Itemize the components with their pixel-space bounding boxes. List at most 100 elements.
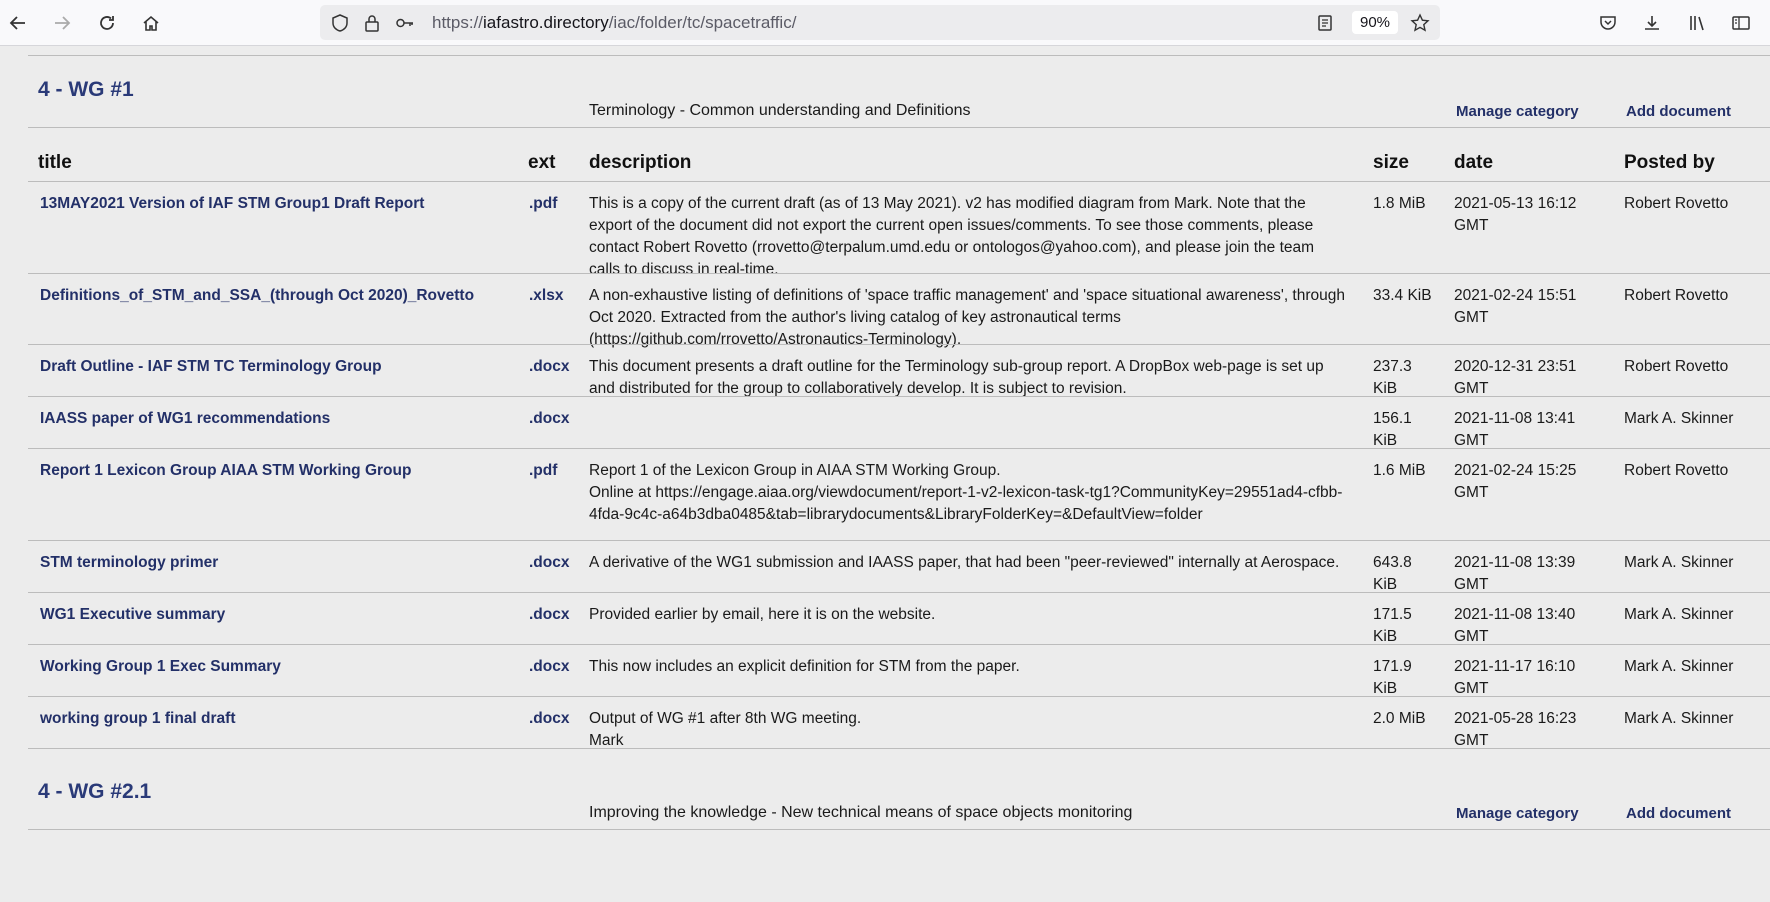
document-description: Provided earlier by email, here it is on…	[589, 606, 936, 623]
document-title-link[interactable]: Definitions_of_STM_and_SSA_(through Oct …	[40, 285, 510, 307]
posted-by: Mark A. Skinner	[1624, 606, 1734, 623]
divider	[28, 55, 1770, 56]
posted-by: Robert Rovetto	[1624, 287, 1729, 304]
column-header-description: description	[589, 152, 692, 173]
file-size: 237.3 KiB	[1373, 358, 1412, 397]
posted-date: 2021-05-13 16:12 GMT	[1454, 195, 1577, 234]
category-description: Improving the knowledge - New technical …	[589, 804, 1133, 821]
add-document-link[interactable]: Add document	[1626, 805, 1731, 822]
document-description: This is a copy of the current draft (as …	[589, 195, 1315, 278]
table-row: WG1 Executive summary .docx Provided ear…	[28, 593, 1770, 645]
file-size: 643.8 KiB	[1373, 554, 1412, 593]
table-row: 13MAY2021 Version of IAF STM Group1 Draf…	[28, 182, 1770, 278]
browser-toolbar: https://iafastro.directory/iac/folder/tc…	[0, 0, 1770, 46]
posted-date: 2021-11-17 16:10 GMT	[1454, 658, 1576, 697]
file-extension: .docx	[529, 606, 570, 623]
document-description: A derivative of the WG1 submission and I…	[589, 554, 1340, 571]
posted-by: Robert Rovetto	[1624, 358, 1729, 375]
key-icon[interactable]	[395, 13, 415, 33]
file-size: 1.8 MiB	[1373, 195, 1426, 212]
url-path: /iac/folder/tc/spacetraffic/	[608, 13, 797, 32]
divider	[28, 127, 1770, 128]
bookmark-star-icon[interactable]	[1410, 13, 1430, 33]
back-icon[interactable]	[3, 8, 33, 38]
document-title-link[interactable]: STM terminology primer	[40, 552, 510, 574]
file-size: 171.5 KiB	[1373, 606, 1412, 645]
file-extension: .docx	[529, 710, 570, 727]
document-title-link[interactable]: Draft Outline - IAF STM TC Terminology G…	[40, 356, 510, 378]
document-title-link[interactable]: IAASS paper of WG1 recommendations	[40, 408, 510, 430]
file-extension: .xlsx	[529, 287, 564, 304]
column-header-title: title	[38, 152, 72, 173]
manage-category-link[interactable]: Manage category	[1456, 805, 1579, 822]
category-title: 4 - WG #2.1	[38, 780, 152, 803]
table-row: Report 1 Lexicon Group AIAA STM Working …	[28, 449, 1770, 540]
column-header-ext: ext	[528, 152, 556, 173]
file-size: 33.4 KiB	[1373, 287, 1432, 304]
column-header-posted-by: Posted by	[1624, 152, 1715, 173]
posted-by: Robert Rovetto	[1624, 462, 1729, 479]
category-title: 4 - WG #1	[38, 78, 134, 101]
document-description: Output of WG #1 after 8th WG meeting. Ma…	[589, 710, 862, 749]
url-scheme: https://	[432, 13, 484, 32]
posted-date: 2021-02-24 15:51 GMT	[1454, 287, 1577, 326]
url-bar[interactable]: https://iafastro.directory/iac/folder/tc…	[320, 5, 1440, 40]
file-size: 2.0 MiB	[1373, 710, 1426, 727]
table-row: IAASS paper of WG1 recommendations .docx…	[28, 397, 1770, 449]
document-description: This now includes an explicit definition…	[589, 658, 1020, 675]
divider	[28, 829, 1770, 830]
table-row: Definitions_of_STM_and_SSA_(through Oct …	[28, 274, 1770, 348]
document-title-link[interactable]: 13MAY2021 Version of IAF STM Group1 Draf…	[40, 193, 510, 215]
document-description: A non-exhaustive listing of definitions …	[589, 287, 1346, 348]
zoom-level[interactable]: 90%	[1352, 11, 1399, 34]
folder-page: 4 - WG #1 Terminology - Common understan…	[28, 45, 1770, 902]
posted-by: Mark A. Skinner	[1624, 554, 1734, 571]
posted-by: Mark A. Skinner	[1624, 710, 1734, 727]
file-size: 1.6 MiB	[1373, 462, 1426, 479]
document-title-link[interactable]: WG1 Executive summary	[40, 604, 510, 626]
posted-date: 2021-11-08 13:39 GMT	[1454, 554, 1576, 593]
document-description: This document presents a draft outline f…	[589, 358, 1324, 397]
url-text[interactable]: https://iafastro.directory/iac/folder/tc…	[432, 13, 796, 33]
lock-icon[interactable]	[362, 13, 382, 33]
posted-by: Mark A. Skinner	[1624, 658, 1734, 675]
file-size: 171.9 KiB	[1373, 658, 1412, 697]
file-extension: .docx	[529, 358, 570, 375]
shield-icon[interactable]	[330, 13, 350, 33]
add-document-link[interactable]: Add document	[1626, 103, 1731, 120]
column-header-size: size	[1373, 152, 1409, 173]
file-extension: .pdf	[529, 462, 558, 479]
sidebar-icon[interactable]	[1726, 8, 1756, 38]
home-icon[interactable]	[136, 8, 166, 38]
reload-icon[interactable]	[92, 8, 122, 38]
reader-view-icon[interactable]	[1315, 13, 1335, 33]
table-row: STM terminology primer .docx A derivativ…	[28, 541, 1770, 593]
table-row: Draft Outline - IAF STM TC Terminology G…	[28, 345, 1770, 397]
document-title-link[interactable]: Report 1 Lexicon Group AIAA STM Working …	[40, 460, 510, 482]
file-size: 156.1 KiB	[1373, 410, 1412, 449]
document-title-link[interactable]: working group 1 final draft	[40, 708, 510, 730]
downloads-icon[interactable]	[1637, 8, 1667, 38]
column-header-date: date	[1454, 152, 1494, 173]
file-extension: .pdf	[529, 195, 558, 212]
manage-category-link[interactable]: Manage category	[1456, 103, 1579, 120]
table-row: working group 1 final draft .docx Output…	[28, 697, 1770, 749]
divider	[28, 748, 1770, 749]
posted-by: Mark A. Skinner	[1624, 410, 1734, 427]
category-description: Terminology - Common understanding and D…	[589, 102, 971, 119]
library-icon[interactable]	[1682, 8, 1712, 38]
posted-date: 2021-11-08 13:41 GMT	[1454, 410, 1576, 449]
posted-date: 2021-02-24 15:25 GMT	[1454, 462, 1577, 501]
file-extension: .docx	[529, 410, 570, 427]
url-host: iafastro.directory	[483, 13, 609, 32]
posted-date: 2021-11-08 13:40 GMT	[1454, 606, 1576, 645]
document-title-link[interactable]: Working Group 1 Exec Summary	[40, 656, 510, 678]
forward-icon[interactable]	[47, 8, 77, 38]
file-extension: .docx	[529, 658, 570, 675]
table-row: Working Group 1 Exec Summary .docx This …	[28, 645, 1770, 697]
document-description: Report 1 of the Lexicon Group in AIAA ST…	[589, 462, 1343, 523]
posted-date: 2020-12-31 23:51 GMT	[1454, 358, 1577, 397]
file-extension: .docx	[529, 554, 570, 571]
pocket-icon[interactable]	[1593, 8, 1623, 38]
posted-by: Robert Rovetto	[1624, 195, 1729, 212]
